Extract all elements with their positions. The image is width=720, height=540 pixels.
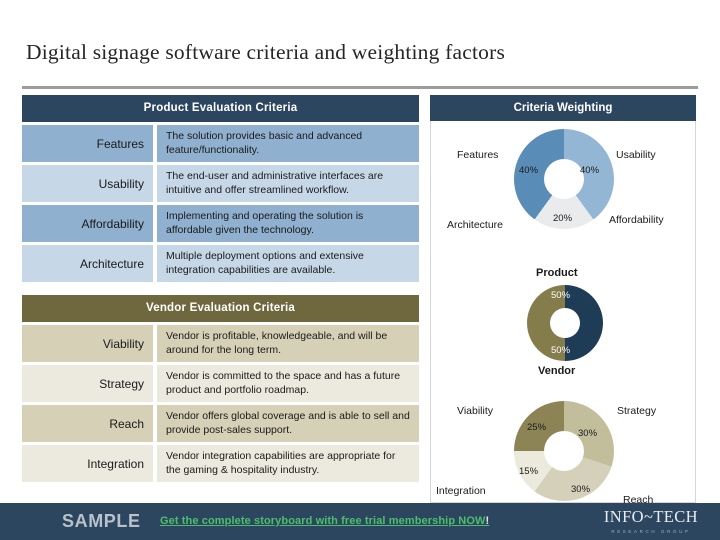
donut2-hole — [550, 308, 580, 338]
product-table-header: Product Evaluation Criteria — [22, 95, 419, 122]
page-title: Digital signage software criteria and we… — [26, 40, 506, 64]
donut2-value-product: 50% — [551, 290, 571, 301]
footer-bar: SAMPLE Get the complete storyboard with … — [0, 503, 720, 540]
info-tech-logo: INFO~TECH RESEARCH GROUP — [603, 507, 698, 534]
vendor-evaluation-table: Vendor Evaluation Criteria Viability Ven… — [22, 295, 419, 482]
donut3-value-reach: 30% — [571, 484, 591, 495]
row-description: The end-user and administrative interfac… — [157, 165, 419, 202]
donut1-hole — [544, 159, 584, 199]
row-description: Vendor is profitable, knowledgeable, and… — [157, 325, 419, 362]
donut2-value-vendor: 50% — [551, 345, 571, 356]
row-description: Vendor integration capabilities are appr… — [157, 445, 419, 482]
donut3-label-strategy: Strategy — [617, 405, 657, 417]
row-label: Usability — [22, 165, 153, 202]
row-label: Features — [22, 125, 153, 162]
row-label: Viability — [22, 325, 153, 362]
table-row[interactable]: Architecture Multiple deployment options… — [22, 245, 419, 282]
product-criteria-donut-chart: Features Usability Affordability Archite… — [431, 121, 697, 269]
table-row[interactable]: Viability Vendor is profitable, knowledg… — [22, 325, 419, 362]
row-description: Vendor is committed to the space and has… — [157, 365, 419, 402]
table-row[interactable]: Reach Vendor offers global coverage and … — [22, 405, 419, 442]
table-row[interactable]: Strategy Vendor is committed to the spac… — [22, 365, 419, 402]
criteria-weighting-panel: Criteria Weighting Features Usability Af… — [430, 95, 697, 506]
row-description: The solution provides basic and advanced… — [157, 125, 419, 162]
criteria-tables: Product Evaluation Criteria Features The… — [22, 95, 419, 482]
row-description: Vendor offers global coverage and is abl… — [157, 405, 419, 442]
donut1-value-architecture: 20% — [553, 213, 573, 224]
product-vendor-split-donut-chart: Product 50% 50% Vendor — [431, 267, 697, 401]
donut3-label-viability: Viability — [457, 405, 493, 417]
donut3-value-integration: 15% — [519, 466, 539, 477]
row-label: Architecture — [22, 245, 153, 282]
vendor-table-header: Vendor Evaluation Criteria — [22, 295, 419, 322]
donut3-label-integration: Integration — [436, 485, 486, 497]
title-divider — [22, 86, 698, 89]
donut1-value-usability: 40% — [580, 165, 600, 176]
cta-exclamation: ! — [485, 515, 490, 527]
cta-label: Get the complete storyboard with free tr… — [160, 515, 486, 527]
donut2-title-vendor: Vendor — [538, 365, 576, 377]
donut3-value-viability: 25% — [527, 422, 547, 433]
row-label: Strategy — [22, 365, 153, 402]
table-row[interactable]: Usability The end-user and administrativ… — [22, 165, 419, 202]
row-label: Reach — [22, 405, 153, 442]
donut1-label-architecture: Architecture — [447, 219, 504, 231]
donut1-label-affordability: Affordability — [609, 214, 664, 226]
row-label: Affordability — [22, 205, 153, 242]
sample-watermark: SAMPLE — [62, 511, 141, 531]
donut1-label-features: Features — [457, 149, 499, 161]
product-evaluation-table: Product Evaluation Criteria Features The… — [22, 95, 419, 282]
donut3-value-strategy: 30% — [578, 428, 598, 439]
trial-membership-link[interactable]: Get the complete storyboard with free tr… — [160, 515, 489, 527]
donut2-title-product: Product — [536, 267, 578, 279]
table-row[interactable]: Features The solution provides basic and… — [22, 125, 419, 162]
donut1-value-features: 40% — [519, 165, 539, 176]
criteria-weighting-header: Criteria Weighting — [430, 95, 696, 121]
table-row[interactable]: Integration Vendor integration capabilit… — [22, 445, 419, 482]
row-description: Implementing and operating the solution … — [157, 205, 419, 242]
donut1-label-usability: Usability — [616, 149, 656, 161]
row-description: Multiple deployment options and extensiv… — [157, 245, 419, 282]
table-row[interactable]: Affordability Implementing and operating… — [22, 205, 419, 242]
logo-tagline: RESEARCH GROUP — [611, 528, 691, 534]
logo-wordmark: INFO~TECH — [603, 507, 698, 526]
row-label: Integration — [22, 445, 153, 482]
